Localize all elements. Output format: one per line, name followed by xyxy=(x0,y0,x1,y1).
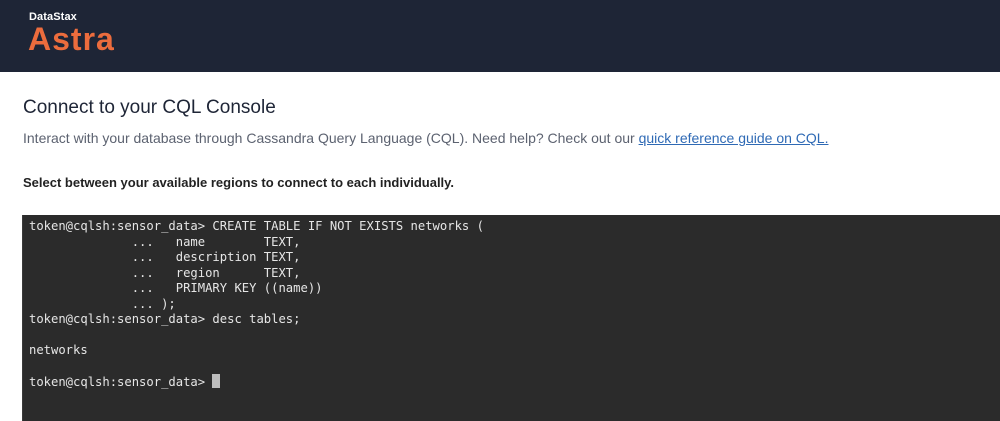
console-prompt: token@cqlsh:sensor_data> xyxy=(29,375,213,389)
console-line: token@cqlsh:sensor_data> desc tables; xyxy=(29,312,301,326)
console-line: ... name TEXT, xyxy=(29,234,301,249)
astra-logo[interactable]: Astra xyxy=(28,21,115,57)
console-line: networks xyxy=(29,343,88,357)
console-line: ... ); xyxy=(29,296,176,311)
top-header-bar: DataStax Astra xyxy=(0,0,1000,72)
console-line: ... PRIMARY KEY ((name)) xyxy=(29,281,323,295)
console-line: ... description TEXT, xyxy=(29,250,301,264)
page-subtitle: Interact with your database through Cass… xyxy=(23,130,828,146)
console-output: token@cqlsh:sensor_data> CREATE TABLE IF… xyxy=(23,215,1000,391)
console-line: token@cqlsh:sensor_data> CREATE TABLE IF… xyxy=(29,219,484,233)
subtitle-text: Interact with your database through Cass… xyxy=(23,130,639,146)
page-title: Connect to your CQL Console xyxy=(23,97,276,118)
regions-instruction: Select between your available regions to… xyxy=(23,175,455,190)
console-line: ... region TEXT, xyxy=(29,265,301,280)
cql-reference-guide-link[interactable]: quick reference guide on CQL. xyxy=(639,130,829,146)
terminal-cursor[interactable] xyxy=(212,374,221,388)
cql-console-terminal[interactable]: token@cqlsh:sensor_data> CREATE TABLE IF… xyxy=(22,215,1000,421)
